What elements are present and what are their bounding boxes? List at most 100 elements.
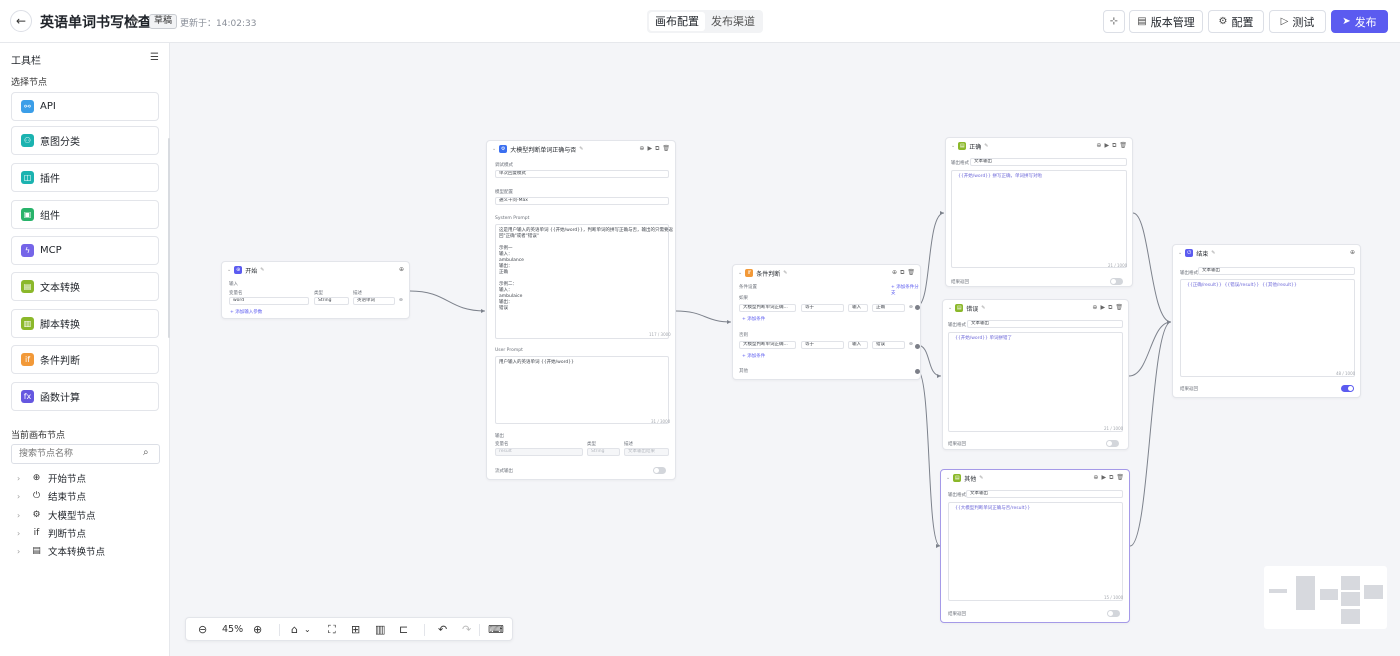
condition-op-2[interactable]: 等于 (801, 341, 844, 349)
format-select[interactable]: 文本输出 (1198, 267, 1355, 275)
play-node-icon[interactable]: ▶ (647, 145, 652, 153)
condition-op-1[interactable]: 等于 (801, 304, 844, 312)
copy-icon[interactable]: ⧉ (655, 145, 659, 153)
play-node-icon[interactable]: ▶ (1100, 304, 1105, 312)
copy-icon[interactable]: ⧉ (1112, 142, 1116, 150)
var-desc-field[interactable]: 英语单词 (353, 297, 395, 305)
node-condition[interactable]: ⌄ if 条件判断 ✎ ⊕ ⧉ 🗑 条件设置 + 添加条件分支 如果 大模型判断单词… (732, 264, 921, 380)
version-button[interactable]: ▤ 版本管理 (1129, 10, 1203, 33)
chevron-down-icon[interactable]: ⌄ (948, 305, 952, 311)
node-other[interactable]: ⌄ ▤ 其他 ✎ ⊕ ▶ ⧉ 🗑 输出格式 文本输出 {{大模型判断单词正确与否/re… (940, 469, 1130, 623)
tool-intent[interactable]: ⚇ 意图分类 (11, 126, 159, 155)
chevron-down-icon[interactable]: ⌄ (304, 625, 311, 634)
tree-item-end[interactable]: › ⏻ 结束节点 (17, 489, 86, 503)
tool-component[interactable]: ▣ 组件 (11, 200, 159, 229)
chevron-down-icon[interactable]: ⌄ (946, 475, 950, 481)
mouse-mode-icon[interactable]: ⌂ (291, 623, 298, 636)
play-node-icon[interactable]: ▶ (1101, 474, 1106, 482)
content-area[interactable] (1180, 279, 1355, 377)
node-correct[interactable]: ⌄ ▤ 正确 ✎ ⊕ ▶ ⧉ 🗑 输出格式 文本输出 {{开始/word}} 拼写正确… (945, 137, 1133, 287)
connector-style-icon[interactable]: ⊏ (399, 623, 408, 636)
tab-canvas-config[interactable]: 画布配置 (649, 12, 705, 31)
auto-layout-icon[interactable]: ⊞ (351, 623, 360, 636)
trash-icon[interactable]: 🗑 (1119, 142, 1127, 150)
zoom-out-icon[interactable]: ⊖ (198, 623, 207, 636)
edit-icon[interactable]: ✎ (260, 267, 264, 273)
delete-icon[interactable]: ⊖ (399, 298, 403, 303)
tab-publish-channel[interactable]: 发布渠道 (705, 12, 761, 31)
node-llm[interactable]: ⌄ ⚙ 大模型判断单词正确与否 ✎ ⊕ ▶ ⧉ 🗑 调试模式 单次回复模式 模型配置 … (486, 140, 676, 480)
tool-plugin[interactable]: ◫ 插件 (11, 163, 159, 192)
zoom-in-icon[interactable]: ⊕ (253, 623, 262, 636)
add-icon[interactable]: ⊕ (399, 266, 404, 273)
content-area[interactable] (951, 170, 1127, 268)
var-type-select[interactable]: String (314, 297, 349, 305)
fit-screen-icon[interactable]: ⛶ (328, 623, 336, 637)
chevron-down-icon[interactable]: ⌄ (951, 143, 955, 149)
return-toggle[interactable] (1341, 385, 1354, 392)
add-icon[interactable]: ⊕ (1092, 304, 1097, 312)
condition-value-2[interactable]: 错误 (872, 341, 905, 349)
stream-toggle[interactable] (653, 467, 666, 474)
tree-item-start[interactable]: › ⊕ 开始节点 (17, 471, 86, 485)
return-toggle[interactable] (1110, 278, 1123, 285)
return-toggle[interactable] (1107, 610, 1120, 617)
model-select[interactable]: 通义千问-Max (495, 197, 669, 205)
edit-title-icon[interactable]: ✎ (131, 14, 140, 27)
node-wrong[interactable]: ⌄ ▤ 错误 ✎ ⊕ ▶ ⧉ 🗑 输出格式 文本输出 {{开始/word}} 单词拼错… (942, 299, 1129, 450)
tree-item-llm[interactable]: › ⚙ 大模型节点 (17, 508, 96, 522)
fit-view-button[interactable]: ⊹ (1103, 10, 1125, 33)
user-prompt-area[interactable] (495, 356, 669, 424)
add-condition-link[interactable]: + 添加条件 (742, 316, 765, 322)
delete-icon[interactable]: ⊖ (909, 342, 913, 347)
minimap[interactable] (1264, 566, 1387, 629)
tree-item-text[interactable]: › ▤ 文本转换节点 (17, 544, 105, 558)
sidebar-scrollbar[interactable] (168, 138, 170, 338)
back-button[interactable]: ← (10, 10, 32, 32)
add-icon[interactable]: ⊕ (1096, 142, 1101, 150)
add-icon[interactable]: ⊕ (639, 145, 644, 153)
tool-condition[interactable]: if 条件判断 (11, 345, 159, 374)
tool-mcp[interactable]: ϟ MCP (11, 236, 159, 265)
edit-icon[interactable]: ✎ (783, 270, 787, 276)
port-if[interactable] (915, 305, 920, 310)
chevron-down-icon[interactable]: ⌄ (738, 270, 742, 276)
return-toggle[interactable] (1106, 440, 1119, 447)
port-elif[interactable] (915, 344, 920, 349)
node-end[interactable]: ⌄ ⏻ 结束 ✎ ⊕ 输出格式 文本输出 {{正确/result}} {{错误/… (1172, 244, 1361, 398)
keyboard-icon[interactable]: ⌨ (488, 623, 504, 636)
tool-text-transform[interactable]: ▤ 文本转换 (11, 272, 159, 301)
redo-icon[interactable]: ↷ (462, 623, 471, 636)
add-icon[interactable]: ⊕ (892, 269, 897, 277)
add-branch-link[interactable]: + 添加条件分支 (891, 284, 920, 296)
tool-script[interactable]: ▥ 脚本转换 (11, 309, 159, 338)
add-condition-link[interactable]: + 添加条件 (742, 353, 765, 359)
mode-select[interactable]: 单次回复模式 (495, 170, 669, 178)
add-input-link[interactable]: + 添加输入参数 (230, 309, 262, 315)
search-icon[interactable]: ⌕ (143, 447, 149, 458)
edit-icon[interactable]: ✎ (1211, 250, 1215, 256)
chevron-down-icon[interactable]: ⌄ (492, 146, 496, 152)
chevron-down-icon[interactable]: ⌄ (227, 267, 231, 273)
grid-layout-icon[interactable]: ▥ (375, 623, 385, 636)
chevron-down-icon[interactable]: ⌄ (1178, 250, 1182, 256)
config-button[interactable]: ⚙ 配置 (1208, 10, 1264, 33)
condition-type-2[interactable]: 输入 (848, 341, 868, 349)
condition-var-2[interactable]: 大模型判断单词正确... (739, 341, 796, 349)
node-start[interactable]: ⌄ ⊕ 开始 ✎ ⊕ 输入 变量名 类型 描述 word String 英语单词… (221, 261, 410, 319)
copy-icon[interactable]: ⧉ (1109, 474, 1113, 482)
content-area[interactable] (948, 332, 1123, 432)
edit-icon[interactable]: ✎ (579, 146, 583, 152)
trash-icon[interactable]: 🗑 (1115, 304, 1123, 312)
edit-icon[interactable]: ✎ (984, 143, 988, 149)
trash-icon[interactable]: 🗑 (662, 145, 670, 153)
play-node-icon[interactable]: ▶ (1104, 142, 1109, 150)
format-select[interactable]: 文本输出 (967, 320, 1123, 328)
tool-api[interactable]: ⚯ API (11, 92, 159, 121)
format-select[interactable]: 文本输出 (970, 158, 1127, 166)
condition-var-1[interactable]: 大模型判断单词正确... (739, 304, 796, 312)
collapse-sidebar-icon[interactable]: ☰ (150, 52, 159, 63)
add-icon[interactable]: ⊕ (1093, 474, 1098, 482)
content-area[interactable] (948, 502, 1123, 601)
tool-function[interactable]: fx 函数计算 (11, 382, 159, 411)
